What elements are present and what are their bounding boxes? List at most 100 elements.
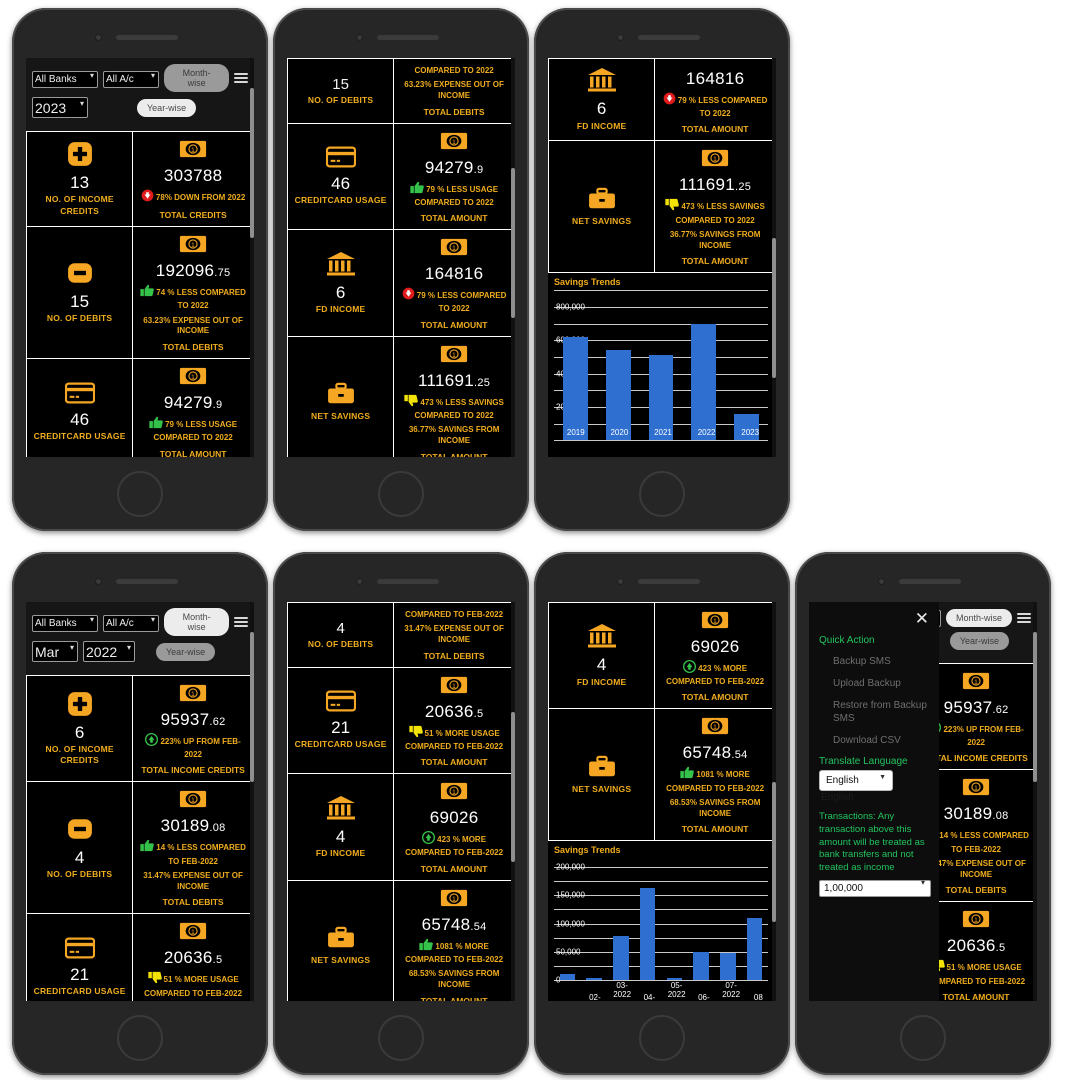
- home-button[interactable]: [639, 471, 685, 517]
- home-button[interactable]: [378, 1015, 424, 1061]
- home-button[interactable]: [378, 471, 424, 517]
- phone-7-screen: Month-wise Year-wise 6 NO. OF INCOME CRE…: [809, 602, 1037, 1001]
- phone-2: 15 NO. OF DEBITS COMPARED TO 2022 63.23%…: [273, 8, 529, 531]
- scrollbar-track[interactable]: [772, 58, 776, 457]
- scrollbar-thumb[interactable]: [250, 632, 254, 782]
- thumbs-up-green-icon: [140, 839, 155, 855]
- phone-3: 6 FD INCOME 164816 79 % LESS COMPARED TO…: [534, 8, 790, 531]
- bank-filter-select[interactable]: All Banks: [32, 614, 98, 632]
- month-select[interactable]: Mar: [32, 641, 78, 662]
- year-select[interactable]: 2023: [32, 97, 88, 118]
- scrollbar-thumb[interactable]: [772, 782, 776, 922]
- briefcase-icon: [327, 382, 355, 411]
- kpi-total-label: TOTAL AMOUNT: [681, 692, 749, 703]
- kpi-note: COMPARED TO 2022: [414, 66, 494, 75]
- year-wise-button[interactable]: Year-wise: [156, 642, 216, 661]
- kpi-note: 473 % LESS SAVINGS COMPARED TO 2022: [398, 394, 510, 421]
- scrollbar-track[interactable]: [250, 602, 254, 1001]
- scrollbar-track[interactable]: [772, 602, 776, 1001]
- kpi-caption: NET SAVINGS: [572, 783, 632, 794]
- kpi-row-partial: 4 NO. OF DEBITS COMPARED TO FEB-2022 31.…: [288, 602, 514, 668]
- scrollbar-track[interactable]: [511, 602, 515, 1001]
- month-wise-button[interactable]: Month-wise: [164, 64, 230, 92]
- phone-6-screen: 4 FD INCOME 1 69026 423 % MORE COMPARED …: [548, 602, 776, 1001]
- chart-x-tick-label: 06-2022: [698, 993, 710, 1001]
- svg-text:1: 1: [452, 245, 456, 252]
- year-wise-button[interactable]: Year-wise: [949, 632, 1009, 650]
- home-button[interactable]: [117, 471, 163, 517]
- kpi-row: 15 NO. OF DEBITS 1 192096.75 74 % LESS C…: [27, 227, 253, 360]
- quick-action-upload-backup[interactable]: Upload Backup: [833, 677, 929, 690]
- svg-text:1: 1: [713, 724, 717, 731]
- close-x-icon[interactable]: ✕: [819, 610, 929, 627]
- chart-bar: [613, 936, 629, 981]
- scrollbar-thumb[interactable]: [511, 168, 515, 318]
- thumbs-up-green-icon: [149, 416, 163, 432]
- kpi-right: 1 20636.5 51 % MORE USAGE COMPARED TO FE…: [394, 668, 514, 773]
- briefcase-icon: [588, 755, 616, 784]
- scrollbar-thumb[interactable]: [511, 712, 515, 862]
- kpi-left: NET SAVINGS: [288, 336, 395, 457]
- chart-x-tick-label: 2020: [610, 428, 629, 438]
- kpi-amount: 20636.5: [163, 948, 223, 968]
- kpi-amount: 30189.08: [160, 816, 226, 836]
- camera-icon: [878, 578, 885, 585]
- scrollbar-track[interactable]: [250, 58, 254, 457]
- creditcard-icon: [325, 146, 356, 173]
- kpi-caption: CREDITCARD USAGE: [33, 430, 126, 441]
- bank-filter-select[interactable]: All Banks: [32, 70, 98, 88]
- scrollbar-track[interactable]: [511, 58, 515, 457]
- month-wise-button[interactable]: Month-wise: [164, 608, 230, 636]
- month-wise-button[interactable]: Month-wise: [945, 608, 1012, 627]
- kpi-note: 79 % LESS COMPARED TO 2022: [659, 92, 771, 119]
- quick-action-backup-sms[interactable]: Backup SMS: [833, 655, 929, 668]
- scrollbar-track[interactable]: [1033, 602, 1037, 1001]
- transaction-threshold-select[interactable]: 1,00,000: [819, 880, 931, 898]
- svg-text:1: 1: [191, 374, 195, 381]
- svg-text:1: 1: [191, 147, 195, 154]
- scrollbar-thumb[interactable]: [250, 88, 254, 238]
- hamburger-menu-icon[interactable]: [234, 615, 248, 629]
- translate-language-label: Translate Language: [819, 756, 908, 767]
- phone-bezel: [795, 552, 1051, 602]
- kpi-row: NET SAVINGS 1 111691.25 473 % LESS SAVIN…: [288, 336, 514, 457]
- hamburger-menu-icon[interactable]: [1017, 611, 1031, 625]
- chart-bar-column: [581, 858, 608, 981]
- chart-bar: [605, 350, 631, 441]
- money-note-icon: 1: [137, 367, 249, 390]
- kpi-note: 1081 % MORE COMPARED TO FEB-2022: [398, 938, 510, 965]
- kpi-subnote: 68.53% SAVINGS FROM INCOME: [669, 797, 761, 818]
- scrollbar-thumb[interactable]: [772, 238, 776, 378]
- quick-action-restore-from-backup-sms[interactable]: Restore from Backup SMS: [833, 699, 929, 725]
- kpi-total-label: TOTAL AMOUNT: [681, 124, 749, 135]
- kpi-row: NET SAVINGS 1 65748.54 1081 % MORE COMPA…: [288, 880, 514, 1001]
- account-filter-select[interactable]: All A/c: [103, 70, 159, 88]
- chart-bar: [559, 973, 576, 981]
- hamburger-menu-icon[interactable]: [234, 71, 248, 85]
- scrollbar-thumb[interactable]: [1033, 632, 1037, 782]
- phone-4: All Banks All A/c Month-wise Mar 2022 Ye…: [12, 552, 268, 1075]
- kpi-caption: FD INCOME: [315, 847, 366, 858]
- kpi-left: 4 FD INCOME: [288, 774, 395, 880]
- year-wise-button[interactable]: Year-wise: [137, 98, 197, 117]
- home-button[interactable]: [639, 1015, 685, 1061]
- home-button[interactable]: [900, 1015, 946, 1061]
- money-note-icon: 1: [398, 345, 510, 368]
- phone-bezel: [12, 8, 268, 58]
- speaker-grille: [116, 35, 178, 40]
- kpi-left: 6 FD INCOME: [549, 59, 656, 141]
- phone-bezel: [273, 552, 529, 602]
- camera-icon: [617, 34, 624, 41]
- kpi-caption: FD INCOME: [576, 120, 627, 131]
- language-select[interactable]: English: [819, 770, 893, 791]
- svg-text:1: 1: [713, 156, 717, 163]
- year-select[interactable]: 2022: [83, 641, 135, 662]
- quick-action-download-csv[interactable]: Download CSV: [833, 734, 929, 747]
- account-filter-select[interactable]: All A/c: [103, 614, 159, 632]
- chart-bar-column: [741, 858, 768, 981]
- home-button[interactable]: [117, 1015, 163, 1061]
- money-note-icon: 1: [398, 782, 510, 805]
- kpi-right: 1 164816 79 % LESS COMPARED TO 2022 TOTA…: [394, 230, 514, 335]
- kpi-subnote: 68.53% SAVINGS FROM INCOME: [408, 968, 500, 989]
- svg-text:1: 1: [974, 785, 978, 792]
